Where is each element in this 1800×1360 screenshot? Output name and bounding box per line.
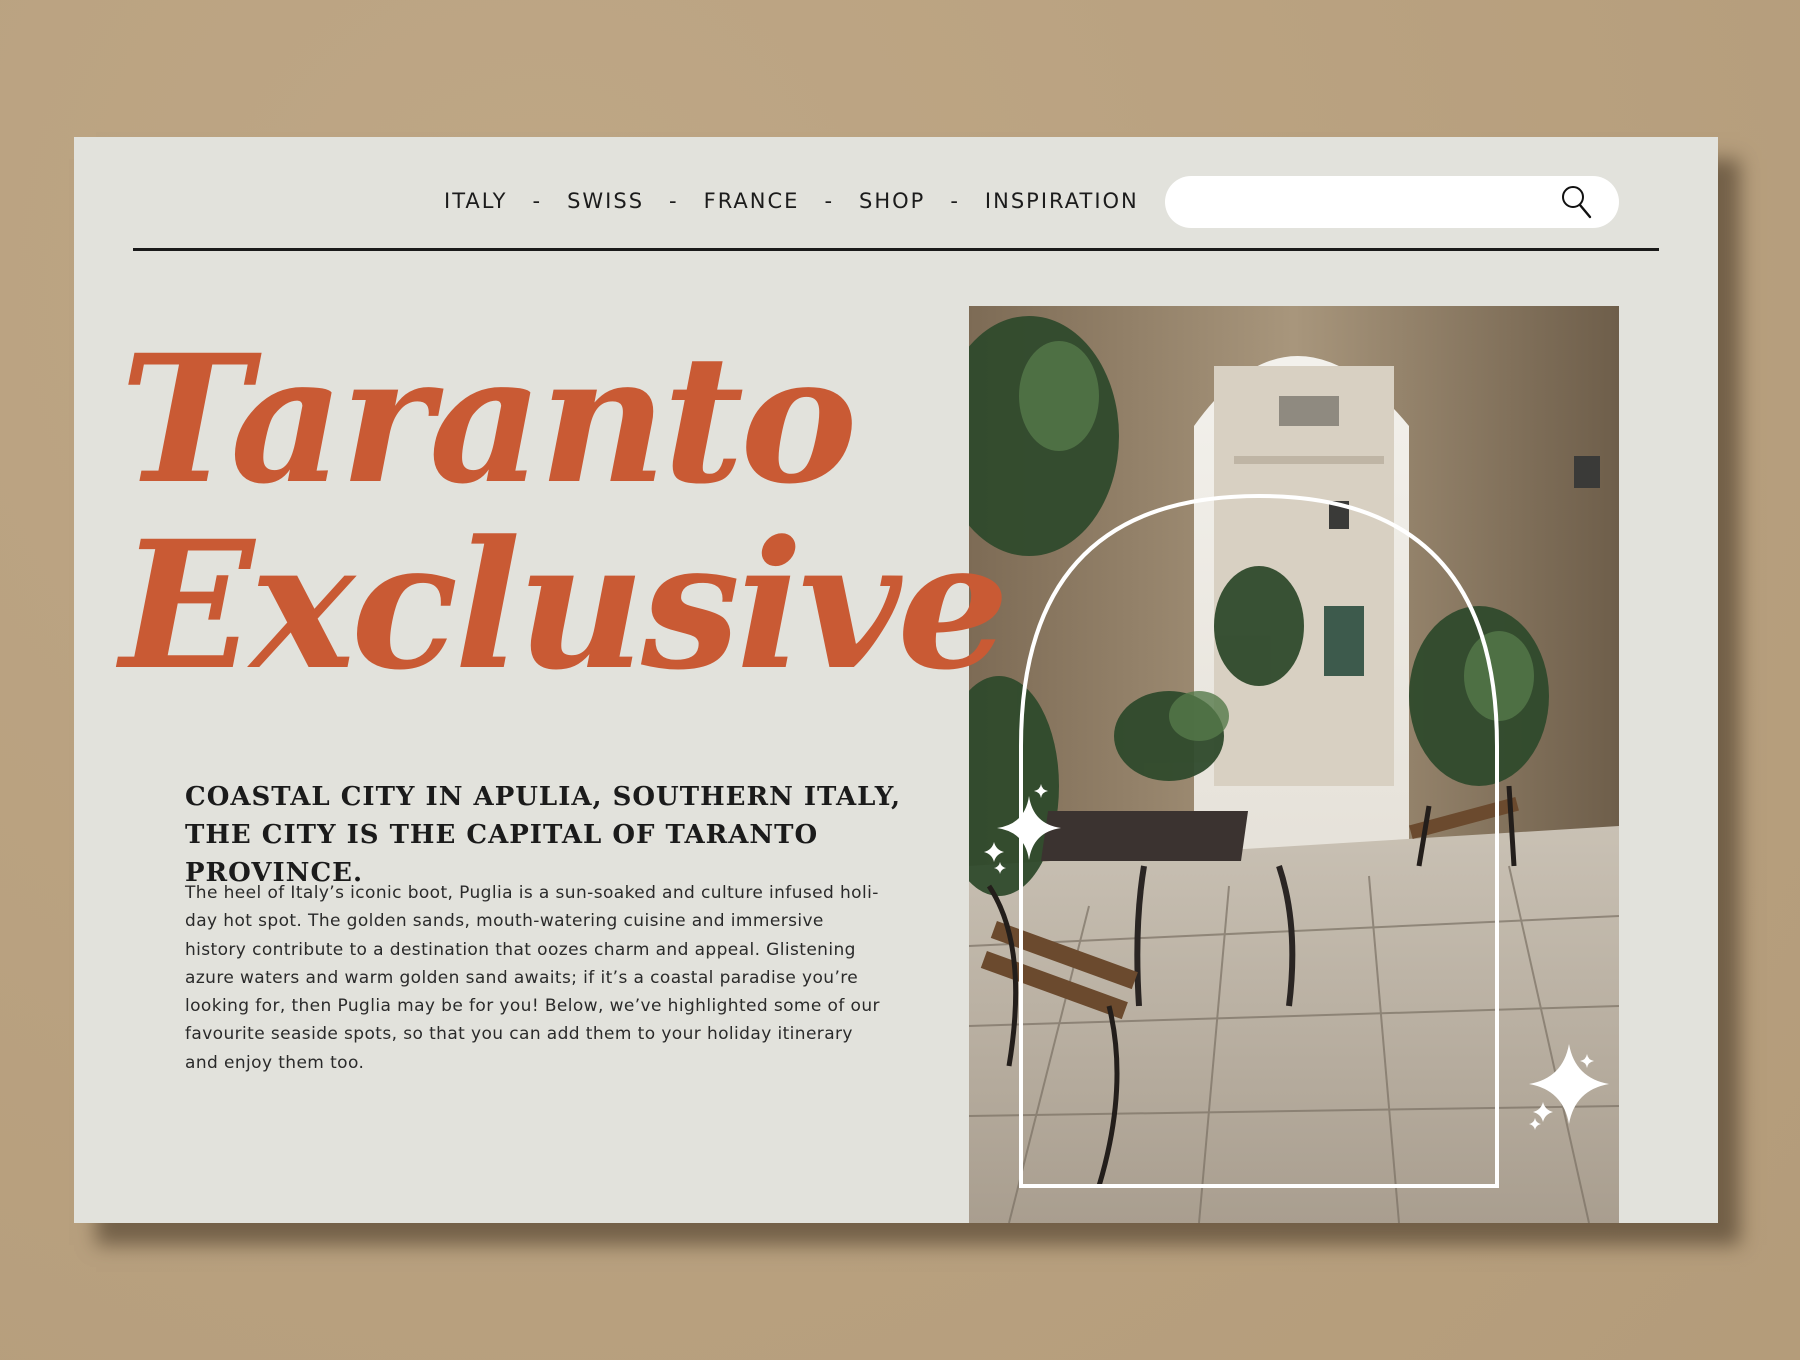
nav-item-france[interactable]: FRANCE <box>704 189 800 213</box>
nav-separator: - <box>532 189 543 213</box>
page-card: ITALY - SWISS - FRANCE - SHOP - INSPIRAT… <box>74 137 1718 1223</box>
hero-title: Taranto Exclusive <box>120 316 1009 709</box>
nav-item-italy[interactable]: ITALY <box>444 189 508 213</box>
courtyard-photo <box>969 306 1619 1223</box>
main-nav: ITALY - SWISS - FRANCE - SHOP - INSPIRAT… <box>444 189 1139 213</box>
hero-subheading: COASTAL CITY IN APULIA, SOUTHERN ITALY, … <box>185 782 902 888</box>
nav-separator: - <box>950 189 960 213</box>
nav-item-swiss[interactable]: SWISS <box>567 189 644 213</box>
search-bar[interactable] <box>1165 176 1619 228</box>
nav-separator: - <box>669 189 679 213</box>
hero-paragraph: The heel of Italy’s iconic boot, Puglia … <box>185 883 880 1073</box>
nav-separator: - <box>824 189 835 213</box>
header-divider <box>133 248 1659 251</box>
courtyard-illustration <box>969 306 1619 1223</box>
hero-title-line1: Taranto <box>120 316 858 523</box>
hero-title-line2: Exclusive <box>120 502 1009 709</box>
search-input[interactable] <box>1189 176 1549 228</box>
nav-item-inspiration[interactable]: INSPIRATION <box>985 189 1139 213</box>
search-icon[interactable] <box>1559 184 1595 220</box>
nav-item-shop[interactable]: SHOP <box>859 189 925 213</box>
